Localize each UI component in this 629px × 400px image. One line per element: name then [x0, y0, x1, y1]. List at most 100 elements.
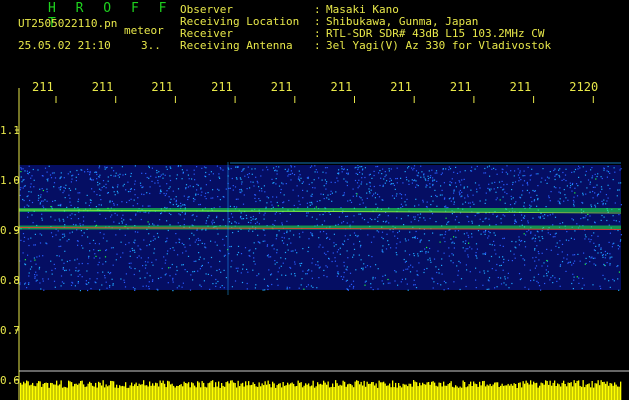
noise-pixel	[199, 239, 201, 241]
level-bar	[512, 385, 514, 400]
noise-pixel	[537, 197, 539, 200]
noise-pixel	[153, 248, 156, 250]
noise-pixel	[156, 169, 158, 172]
noise-pixel	[619, 169, 621, 171]
level-bar	[311, 385, 313, 400]
noise-pixel	[64, 187, 66, 189]
noise-pixel	[38, 268, 40, 270]
noise-pixel	[345, 180, 347, 182]
x-tick-label: 211	[32, 80, 54, 94]
noise-pixel	[27, 254, 29, 256]
noise-pixel	[115, 259, 117, 261]
noise-pixel	[294, 166, 296, 168]
noise-pixel	[424, 178, 426, 180]
level-bar	[29, 385, 31, 400]
noise-pixel	[479, 200, 481, 202]
level-bar	[420, 385, 422, 400]
level-bar	[297, 380, 299, 400]
noise-pixel	[431, 277, 433, 279]
noise-pixel	[512, 181, 514, 184]
noise-pixel	[41, 217, 43, 219]
noise-pixel	[196, 229, 198, 231]
noise-pixel	[373, 170, 375, 172]
noise-pixel	[264, 289, 266, 291]
level-bar	[431, 381, 433, 400]
noise-pixel	[90, 202, 92, 204]
noise-pixel	[458, 180, 460, 182]
noise-pixel	[207, 273, 209, 275]
noise-pixel	[504, 278, 506, 280]
noise-pixel	[521, 194, 523, 196]
noise-pixel	[581, 287, 583, 289]
noise-pixel	[429, 247, 431, 250]
noise-pixel	[496, 286, 498, 288]
noise-pixel	[523, 202, 525, 204]
noise-pixel	[618, 214, 620, 216]
noise-pixel	[262, 289, 264, 291]
noise-pixel	[64, 197, 66, 199]
noise-pixel	[355, 234, 357, 236]
noise-pixel	[466, 215, 468, 217]
noise-pixel	[530, 196, 532, 198]
noise-pixel	[578, 176, 580, 178]
noise-pixel	[449, 184, 451, 186]
noise-pixel	[558, 169, 560, 171]
noise-pixel	[194, 179, 196, 181]
noise-pixel	[459, 193, 461, 195]
level-bar	[327, 381, 329, 400]
noise-pixel	[91, 188, 93, 190]
noise-pixel	[129, 266, 131, 268]
noise-pixel	[325, 172, 327, 174]
noise-pixel	[546, 272, 548, 275]
noise-pixel	[373, 185, 375, 188]
noise-pixel	[181, 286, 183, 288]
noise-pixel	[166, 190, 168, 192]
noise-pixel	[555, 245, 557, 247]
noise-pixel	[258, 190, 261, 192]
level-bar	[191, 382, 193, 400]
noise-pixel	[561, 261, 564, 263]
noise-pixel	[176, 269, 178, 272]
noise-pixel	[360, 183, 362, 185]
noise-pixel	[451, 213, 453, 215]
noise-pixel	[64, 224, 66, 226]
noise-pixel	[496, 173, 498, 175]
noise-pixel	[53, 280, 56, 282]
level-bar	[248, 381, 250, 400]
noise-pixel	[250, 219, 252, 221]
level-bar	[467, 386, 469, 400]
noise-pixel	[142, 265, 144, 267]
noise-pixel	[157, 236, 160, 238]
noise-pixel	[98, 261, 100, 263]
level-bar	[474, 383, 476, 400]
noise-pixel	[495, 168, 497, 171]
noise-pixel	[210, 266, 212, 268]
noise-pixel	[47, 180, 49, 182]
noise-pixel	[298, 287, 300, 289]
noise-pixel	[109, 200, 111, 202]
level-bar	[371, 382, 373, 400]
level-bar	[377, 387, 379, 400]
level-bar	[194, 385, 196, 400]
noise-pixel	[584, 234, 586, 236]
noise-pixel	[150, 240, 152, 242]
noise-pixel	[143, 239, 145, 241]
noise-pixel	[40, 196, 42, 198]
noise-pixel	[187, 255, 190, 257]
noise-pixel	[436, 172, 438, 174]
noise-pixel	[589, 183, 591, 185]
noise-pixel	[406, 198, 408, 200]
level-bar	[407, 386, 409, 400]
noise-pixel	[396, 193, 398, 195]
noise-pixel	[377, 268, 379, 270]
noise-pixel	[24, 282, 27, 284]
noise-pixel	[193, 173, 195, 175]
noise-pixel	[172, 190, 174, 192]
noise-pixel	[421, 171, 423, 173]
noise-pixel	[22, 179, 24, 181]
noise-pixel	[365, 206, 367, 208]
noise-pixel	[53, 263, 55, 265]
noise-pixel	[207, 262, 209, 264]
noise-pixel	[423, 176, 425, 178]
noise-pixel	[403, 258, 405, 261]
